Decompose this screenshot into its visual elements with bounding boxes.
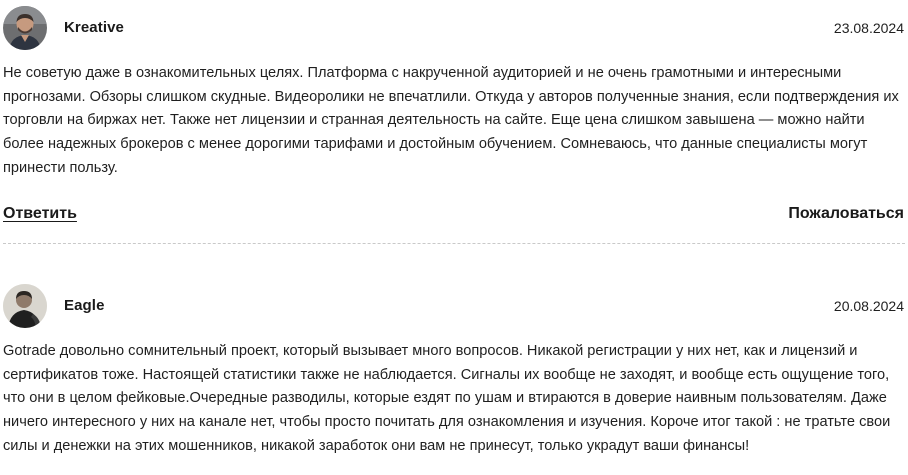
review-text: Gotrade довольно сомнительный проект, ко…: [3, 343, 891, 454]
review-author: Eagle: [64, 297, 105, 314]
avatar: [3, 284, 47, 328]
review-date: 23.08.2024: [833, 20, 904, 36]
report-link[interactable]: Пожаловаться: [788, 205, 904, 223]
review-header: Eagle 20.08.2024: [0, 278, 908, 334]
review-item: Eagle 20.08.2024 Gotrade довольно сомнит…: [0, 278, 908, 454]
review-divider: [3, 243, 905, 244]
review-text: Не советую даже в ознакомительных целях.…: [3, 65, 899, 176]
review-date: 20.08.2024: [833, 298, 904, 314]
review-item: Kreative 23.08.2024 Не советую даже в оз…: [0, 0, 908, 244]
review-actions: Ответить Пожаловаться: [0, 205, 908, 229]
avatar: [3, 6, 47, 50]
reply-link[interactable]: Ответить: [3, 205, 77, 223]
review-author: Kreative: [64, 19, 125, 36]
review-header: Kreative 23.08.2024: [0, 0, 908, 56]
